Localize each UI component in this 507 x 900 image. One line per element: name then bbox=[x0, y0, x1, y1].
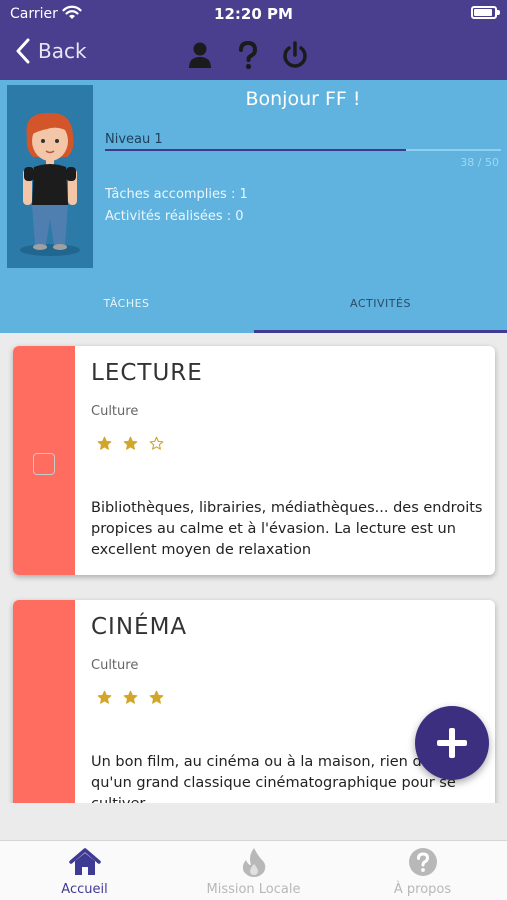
star-filled-icon bbox=[123, 690, 138, 704]
chevron-left-icon bbox=[16, 38, 30, 64]
top-bar: Carrier 12:20 PM Back bbox=[0, 0, 507, 80]
help-icon[interactable] bbox=[234, 40, 262, 70]
activity-card-cinema[interactable]: CINÉMA Culture Un bon film, au cinéma ou… bbox=[13, 600, 495, 803]
home-icon bbox=[68, 848, 101, 875]
tab-tasks[interactable]: TÂCHES bbox=[0, 285, 253, 333]
profile-panel: Bonjour FF ! Niveau 1 38 / 50 Tâches acc… bbox=[0, 80, 507, 333]
card-title: CINÉMA bbox=[91, 614, 188, 640]
tab-activities[interactable]: ACTIVITÉS bbox=[254, 285, 507, 333]
card-checkbox[interactable] bbox=[33, 453, 55, 475]
user-icon[interactable] bbox=[186, 40, 214, 70]
greeting-title: Bonjour FF ! bbox=[245, 88, 361, 110]
add-activity-button[interactable] bbox=[415, 706, 489, 780]
question-circle-icon bbox=[408, 848, 437, 876]
nav-bar: Back bbox=[0, 30, 507, 80]
status-bar: Carrier 12:20 PM bbox=[0, 0, 507, 28]
battery-icon bbox=[471, 6, 500, 19]
bottom-tab-home[interactable]: Accueil bbox=[0, 847, 169, 897]
card-title: LECTURE bbox=[91, 360, 203, 386]
bottom-tab-label: Accueil bbox=[61, 882, 108, 897]
card-color-stripe bbox=[13, 600, 75, 803]
character-illustration bbox=[20, 112, 80, 256]
star-filled-icon bbox=[123, 436, 138, 450]
bottom-tab-about[interactable]: À propos bbox=[338, 847, 507, 897]
bottom-tab-bar: Accueil Mission Locale À propos bbox=[0, 840, 507, 900]
tasks-done-stat: Tâches accomplies : 1 bbox=[105, 187, 248, 202]
flame-icon bbox=[242, 848, 265, 877]
bottom-tab-label: À propos bbox=[393, 882, 452, 897]
card-rating bbox=[97, 436, 164, 451]
bottom-tab-mission-locale[interactable]: Mission Locale bbox=[169, 847, 338, 897]
star-filled-icon bbox=[97, 690, 112, 704]
avatar bbox=[7, 85, 93, 268]
status-time: 12:20 PM bbox=[214, 5, 293, 23]
star-filled-icon bbox=[97, 436, 112, 450]
back-button[interactable]: Back bbox=[14, 38, 87, 64]
activities-done-stat: Activités réalisées : 0 bbox=[105, 209, 244, 224]
card-category: Culture bbox=[91, 658, 139, 673]
xp-count: 38 / 50 bbox=[460, 156, 499, 169]
xp-progress-fill bbox=[105, 149, 406, 151]
power-icon[interactable] bbox=[281, 40, 309, 70]
card-rating bbox=[97, 690, 164, 705]
back-label: Back bbox=[38, 39, 87, 63]
card-description: Bibliothèques, librairies, médiathèques.… bbox=[91, 500, 483, 558]
bottom-tab-label: Mission Locale bbox=[206, 882, 301, 897]
star-outline-icon bbox=[149, 436, 164, 450]
star-filled-icon bbox=[149, 690, 164, 704]
tab-bar: TÂCHES ACTIVITÉS bbox=[0, 285, 507, 333]
level-label: Niveau 1 bbox=[105, 132, 163, 147]
xp-progress-bar bbox=[105, 149, 501, 151]
activity-card-lecture[interactable]: LECTURE Culture Bibliothèques, librairie… bbox=[13, 346, 495, 575]
card-category: Culture bbox=[91, 404, 139, 419]
